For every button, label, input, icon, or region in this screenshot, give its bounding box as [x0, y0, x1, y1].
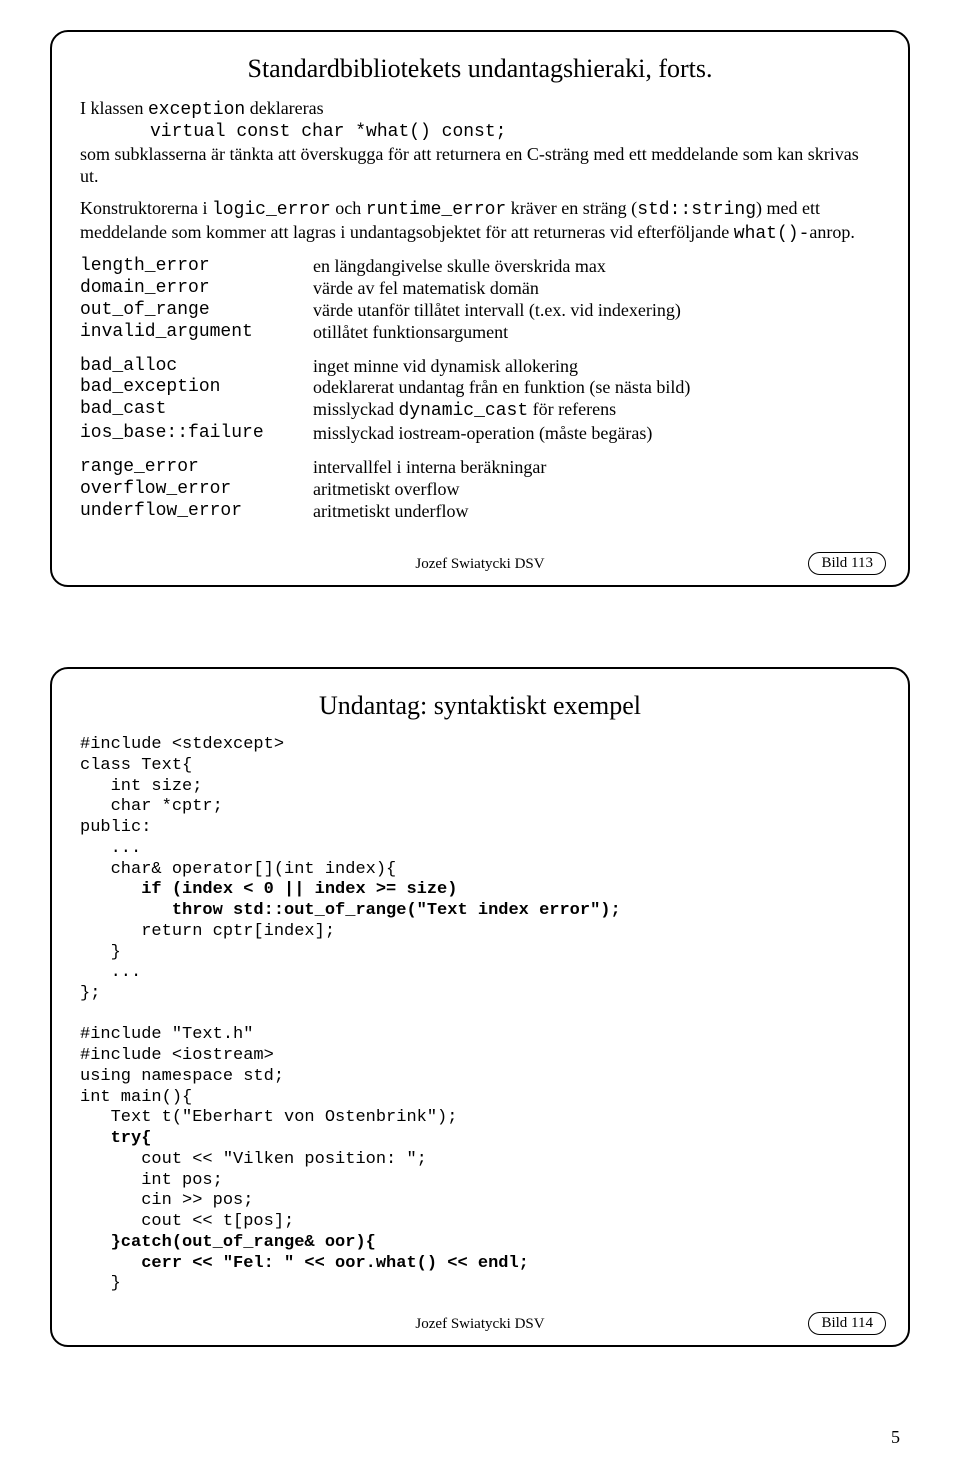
definition: en längdangivelse skulle överskrida max [313, 256, 880, 278]
code-line: cout << "Vilken position: "; [80, 1150, 427, 1169]
code-line: try{ [80, 1129, 151, 1148]
code-line: throw std::out_of_range("Text index erro… [80, 901, 621, 920]
code-inline: runtime_error [366, 200, 506, 220]
text: kräver en sträng ( [506, 198, 637, 218]
term: underflow_error [80, 501, 305, 523]
text: och [331, 198, 366, 218]
code-line: virtual const char *what() const; [80, 122, 880, 144]
code-line: char *cptr; [80, 797, 223, 816]
slide-author: Jozef Swiatycki DSV [415, 1316, 544, 1333]
definition: värde utanför tillåtet intervall (t.ex. … [313, 300, 880, 322]
code-line: return cptr[index]; [80, 922, 335, 941]
slide-114: Undantag: syntaktiskt exempel #include <… [50, 667, 910, 1347]
term: bad_exception [80, 377, 305, 399]
code-line: Text t("Eberhart von Ostenbrink"); [80, 1108, 457, 1127]
code-line: public: [80, 818, 151, 837]
term: bad_alloc [80, 356, 305, 378]
text: anrop. [809, 222, 854, 242]
code-inline: exception [148, 100, 245, 120]
definition: värde av fel matematisk domän [313, 278, 880, 300]
text: I klassen [80, 98, 148, 118]
term: invalid_argument [80, 322, 305, 344]
term: domain_error [80, 278, 305, 300]
term: bad_cast [80, 399, 305, 423]
code-inline: what()- [734, 224, 810, 244]
slide-113: Standardbibliotekets undantagshieraki, f… [50, 30, 910, 587]
code-line: #include <stdexcept> [80, 735, 284, 754]
definition: aritmetiskt underflow [313, 501, 880, 523]
code-line: } [80, 1274, 121, 1293]
slide-body: I klassen exception deklareras virtual c… [80, 98, 880, 523]
constructor-paragraph: Konstruktorerna i logic_error och runtim… [80, 198, 880, 246]
code-line: }; [80, 984, 100, 1003]
code-inline: std::string [637, 200, 756, 220]
code-block: #include <stdexcept> class Text{ int siz… [80, 735, 880, 1295]
term: out_of_range [80, 300, 305, 322]
text: som subklasserna är tänkta att överskugg… [80, 144, 859, 186]
code-line: } [80, 943, 121, 962]
text: Konstruktorerna i [80, 198, 212, 218]
definition: intervallfel i interna beräkningar [313, 457, 880, 479]
term: overflow_error [80, 479, 305, 501]
definitions-group-2: bad_alloc inget minne vid dynamisk alloke… [80, 356, 880, 446]
page-number: 5 [0, 1427, 960, 1478]
code-line: }catch(out_of_range& oor){ [80, 1233, 376, 1252]
code-line: int main(){ [80, 1088, 192, 1107]
code-line: int pos; [80, 1171, 223, 1190]
slide-number-badge: Bild 113 [808, 552, 886, 575]
definition: misslyckad dynamic_cast för referens [313, 399, 880, 423]
definition: misslyckad iostream-operation (måste beg… [313, 423, 880, 445]
code-line: class Text{ [80, 756, 192, 775]
definition: otillåtet funktionsargument [313, 322, 880, 344]
slide-title: Undantag: syntaktiskt exempel [80, 691, 880, 721]
definition: inget minne vid dynamisk allokering [313, 356, 880, 378]
code-inline: logic_error [212, 200, 331, 220]
code-line: #include <iostream> [80, 1046, 274, 1065]
slide-title: Standardbibliotekets undantagshieraki, f… [80, 54, 880, 84]
code-line: cerr << "Fel: " << oor.what() << endl; [80, 1254, 529, 1273]
code-line: ... [80, 839, 141, 858]
code-line: char& operator[](int index){ [80, 860, 396, 879]
term: ios_base::failure [80, 423, 305, 445]
code-line: cout << t[pos]; [80, 1212, 294, 1231]
text: deklareras [245, 98, 323, 118]
intro-paragraph: I klassen exception deklareras virtual c… [80, 98, 880, 188]
definitions-group-1: length_error en längdangivelse skulle öve… [80, 256, 880, 344]
slide-author: Jozef Swiatycki DSV [415, 556, 544, 573]
definition: odeklarerat undantag från en funktion (s… [313, 377, 880, 399]
term: length_error [80, 256, 305, 278]
code-line: cin >> pos; [80, 1191, 253, 1210]
code-line: int size; [80, 777, 202, 796]
slide-number-badge: Bild 114 [808, 1312, 886, 1335]
code-line: using namespace std; [80, 1067, 284, 1086]
definition: aritmetiskt overflow [313, 479, 880, 501]
definitions-group-3: range_error intervallfel i interna beräkn… [80, 457, 880, 523]
code-line: #include "Text.h" [80, 1025, 253, 1044]
term: range_error [80, 457, 305, 479]
code-line: if (index < 0 || index >= size) [80, 880, 457, 899]
code-line: ... [80, 963, 141, 982]
